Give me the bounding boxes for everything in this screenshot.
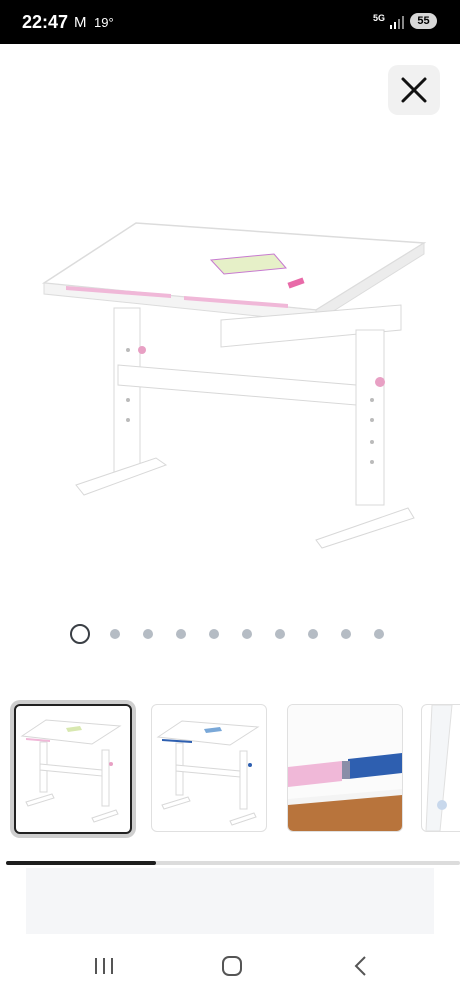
content-placeholder	[26, 868, 434, 934]
battery-icon: 55	[410, 13, 437, 29]
pagination-dot[interactable]	[176, 629, 186, 639]
thumbnail-desk-blue[interactable]	[151, 704, 267, 832]
navigation-bar	[0, 937, 460, 997]
status-time: 22:47	[22, 12, 69, 32]
home-button[interactable]	[212, 951, 252, 981]
home-icon	[222, 956, 242, 976]
thumbnail-image	[288, 705, 402, 831]
thumbnail-desk-pink[interactable]	[14, 704, 132, 834]
scrollbar-thumb[interactable]	[6, 861, 156, 865]
pagination-dot[interactable]	[209, 629, 219, 639]
weather-temperature: 19°	[94, 15, 114, 30]
status-bar: 22:47 M 19° 5G 55	[0, 0, 460, 44]
recent-apps-icon	[95, 958, 113, 974]
network-5g-icon: 5G	[373, 13, 386, 23]
gmail-icon: M	[74, 14, 87, 31]
thumbnail-detail-joint[interactable]	[287, 704, 403, 832]
carousel-pagination	[70, 624, 390, 644]
pagination-dot[interactable]	[275, 629, 285, 639]
pagination-dot[interactable]	[341, 629, 351, 639]
thumbnail-image	[20, 719, 122, 823]
pagination-dot[interactable]	[143, 629, 153, 639]
thumbnail-detail-edge[interactable]	[421, 704, 460, 832]
signal-icon	[390, 16, 404, 29]
thumbnail-image	[156, 720, 260, 826]
pagination-dot[interactable]	[308, 629, 318, 639]
product-image[interactable]	[36, 210, 432, 560]
thumbnail-scrollbar[interactable]	[6, 861, 460, 865]
thumbnail-image	[425, 705, 453, 831]
pagination-dot[interactable]	[242, 629, 252, 639]
close-icon	[401, 77, 427, 103]
back-icon	[354, 956, 366, 976]
pagination-dot[interactable]	[374, 629, 384, 639]
pagination-dot[interactable]	[110, 629, 120, 639]
pagination-dot-active[interactable]	[70, 624, 90, 644]
close-button[interactable]	[388, 65, 440, 115]
back-button[interactable]	[341, 951, 381, 981]
recent-apps-button[interactable]	[84, 951, 124, 981]
